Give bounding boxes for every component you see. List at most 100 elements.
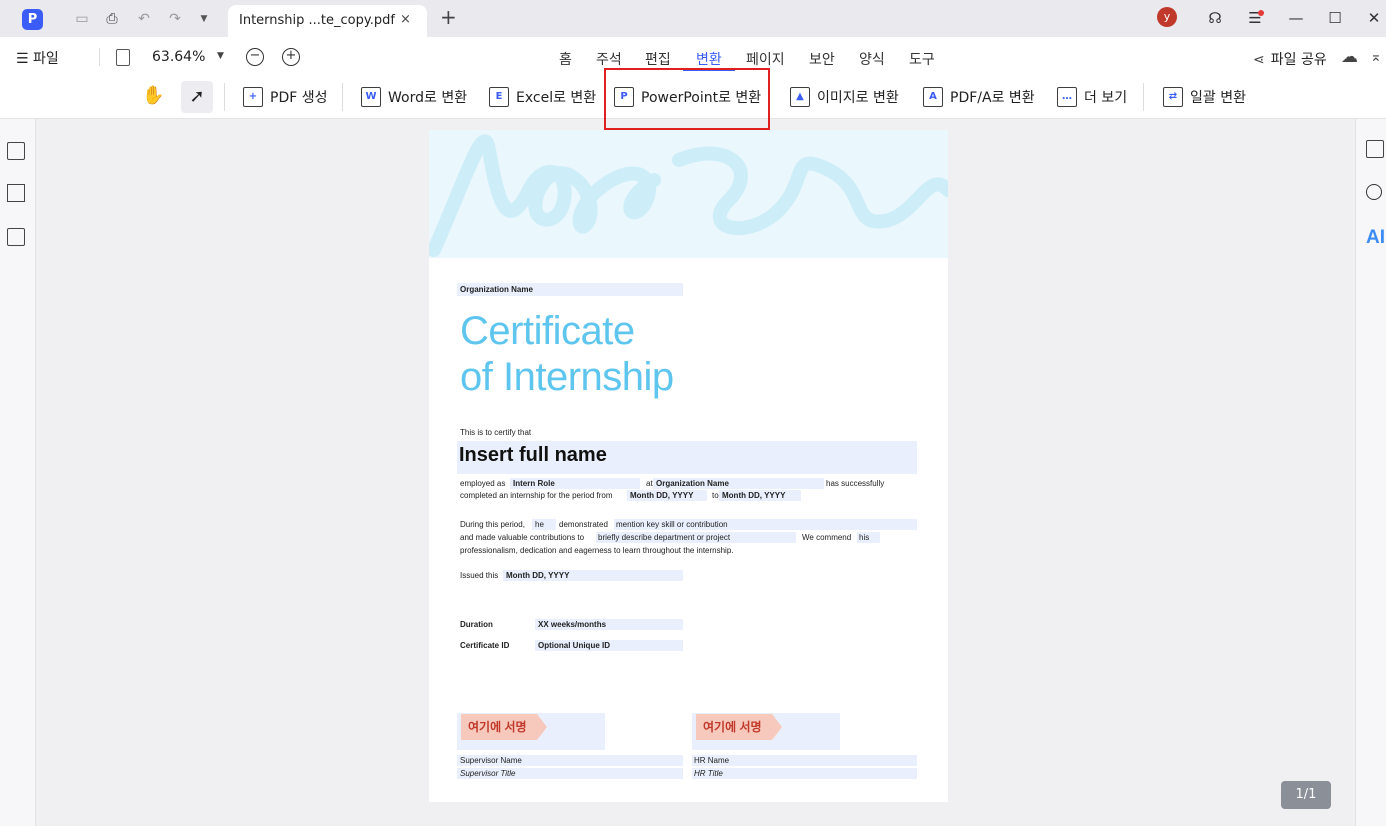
properties-icon[interactable] <box>1366 140 1384 158</box>
sign-here-tag-hr[interactable]: 여기에 서명 <box>696 714 782 740</box>
tab-title: Internship ...te_copy.pdf <box>239 13 395 28</box>
page-indicator[interactable]: 1/1 <box>1281 781 1331 809</box>
cert-id-value: Optional Unique ID <box>538 641 610 650</box>
tab-page[interactable]: 페이지 <box>746 49 785 69</box>
zoom-dropdown-icon[interactable]: ▼ <box>217 51 224 61</box>
maximize-icon[interactable]: ☐ <box>1325 8 1345 28</box>
batch-convert-button[interactable]: ⇄ 일괄 변환 <box>1163 84 1246 110</box>
intern-role: Intern Role <box>513 479 555 488</box>
to-pdfa-label: PDF/A로 변환 <box>950 90 1035 106</box>
page-fit-icon[interactable] <box>116 49 130 66</box>
hand-tool-icon[interactable]: ✋ <box>142 85 164 106</box>
convert-to-excel-button[interactable]: E Excel로 변환 <box>489 84 596 110</box>
tab-annotate[interactable]: 주석 <box>596 49 622 69</box>
to-word-label: Word로 변환 <box>388 90 468 106</box>
skill: mention key skill or contribution <box>616 520 728 529</box>
print-icon[interactable]: ⎙ <box>103 10 121 28</box>
collapse-ribbon-icon[interactable]: ⌅ <box>1370 49 1382 65</box>
minimize-icon[interactable]: — <box>1286 8 1306 28</box>
to-text: to <box>712 491 719 500</box>
tab-security[interactable]: 보안 <box>809 49 835 69</box>
org-name-2: Organization Name <box>656 479 729 488</box>
document-tab[interactable]: Internship ...te_copy.pdf × <box>228 5 427 37</box>
divider <box>1143 83 1144 111</box>
save-icon[interactable]: ▭ <box>73 10 91 28</box>
divider <box>99 48 100 66</box>
pronoun: he <box>535 520 544 529</box>
tab-close-icon[interactable]: × <box>400 12 411 27</box>
more-button[interactable]: … 더 보기 <box>1057 84 1127 110</box>
start-date: Month DD, YYYY <box>630 491 694 500</box>
batch-label: 일괄 변환 <box>1190 90 1246 106</box>
hr-title-field[interactable] <box>692 768 917 779</box>
demonstrated-text: demonstrated <box>559 520 608 529</box>
cloud-upload-icon[interactable]: ☁ <box>1341 47 1358 67</box>
completed-text: completed an internship for the period f… <box>460 491 613 500</box>
we-commend-text: We commend <box>802 533 852 542</box>
issued-date: Month DD, YYYY <box>506 571 570 580</box>
certificate-title: Certificate of Internship <box>460 308 674 400</box>
share-label: 파일 공유 <box>1270 52 1327 68</box>
hr-name: HR Name <box>694 756 730 765</box>
batch-convert-icon: ⇄ <box>1163 87 1183 107</box>
close-window-icon[interactable]: ✕ <box>1364 8 1384 28</box>
bookmark-icon[interactable] <box>7 184 25 202</box>
duration-value: XX weeks/months <box>538 620 607 629</box>
tab-convert[interactable]: 변환 <box>696 49 722 69</box>
divider <box>342 83 343 111</box>
at-text: at <box>646 479 653 488</box>
redo-icon[interactable]: ↷ <box>166 10 184 28</box>
decorative-header <box>429 130 948 258</box>
create-pdf-icon: + <box>243 87 263 107</box>
create-pdf-label: PDF 생성 <box>270 90 328 106</box>
full-name: Insert full name <box>459 444 607 466</box>
tab-tools[interactable]: 도구 <box>909 49 935 69</box>
professionalism-text: professionalism, dedication and eagernes… <box>460 546 734 555</box>
file-menu-button[interactable]: ☰ 파일 <box>16 48 59 68</box>
cert-id-label: Certificate ID <box>460 641 510 650</box>
tab-edit[interactable]: 편집 <box>645 49 671 69</box>
pdf-page: Organization Name Certificate of Interns… <box>429 130 948 802</box>
department: briefly describe department or project <box>598 533 731 542</box>
tab-home[interactable]: 홈 <box>559 49 572 69</box>
undo-icon[interactable]: ↶ <box>135 10 153 28</box>
title-line-2: of Internship <box>460 355 674 399</box>
headset-icon[interactable]: ☊ <box>1205 8 1225 28</box>
zoom-in-icon[interactable]: + <box>282 48 300 66</box>
sign-here-tag-supervisor[interactable]: 여기에 서명 <box>461 714 547 740</box>
share-icon: ⋖ <box>1253 52 1265 68</box>
thumbnail-icon[interactable] <box>7 142 25 160</box>
convert-to-word-button[interactable]: W Word로 변환 <box>361 84 467 110</box>
ai-assistant-icon[interactable]: AI <box>1366 227 1385 249</box>
more-icon: … <box>1057 87 1077 107</box>
to-image-label: 이미지로 변환 <box>817 90 899 106</box>
avatar[interactable]: y <box>1157 7 1177 27</box>
has-successfully-text: has successfully <box>826 479 885 488</box>
app-logo-icon: P <box>22 9 43 30</box>
contributions-text: and made valuable contributions to <box>460 533 585 542</box>
employed-as-text: employed as <box>460 479 506 488</box>
select-tool-icon[interactable]: ➚ <box>181 81 213 113</box>
quick-access-dropdown-icon[interactable]: ▼ <box>195 10 213 28</box>
convert-to-image-button[interactable]: ▲ 이미지로 변환 <box>790 84 899 110</box>
create-pdf-button[interactable]: + PDF 생성 <box>243 84 328 110</box>
zoom-level[interactable]: 63.64% <box>152 49 205 65</box>
convert-to-pdfa-button[interactable]: A PDF/A로 변환 <box>923 84 1035 110</box>
search-icon[interactable] <box>1366 184 1382 200</box>
image-icon: ▲ <box>790 87 810 107</box>
notification-dot <box>1258 10 1264 16</box>
certify-text: This is to certify that <box>460 428 532 437</box>
zoom-out-icon[interactable]: − <box>246 48 264 66</box>
supervisor-title: Supervisor Title <box>460 769 516 778</box>
excel-icon: E <box>489 87 509 107</box>
tab-form[interactable]: 양식 <box>859 49 885 69</box>
title-line-1: Certificate <box>460 309 635 353</box>
issued-text: Issued this <box>460 571 499 580</box>
decorative-scribble-icon <box>429 134 948 257</box>
comment-icon[interactable] <box>7 228 25 246</box>
word-icon: W <box>361 87 381 107</box>
during-text: During this period, <box>460 520 525 529</box>
new-tab-button[interactable]: + <box>440 7 457 27</box>
share-file-button[interactable]: ⋖ 파일 공유 <box>1253 49 1327 69</box>
title-bar: P ▭ ⎙ ↶ ↷ ▼ Internship ...te_copy.pdf × … <box>0 0 1386 37</box>
